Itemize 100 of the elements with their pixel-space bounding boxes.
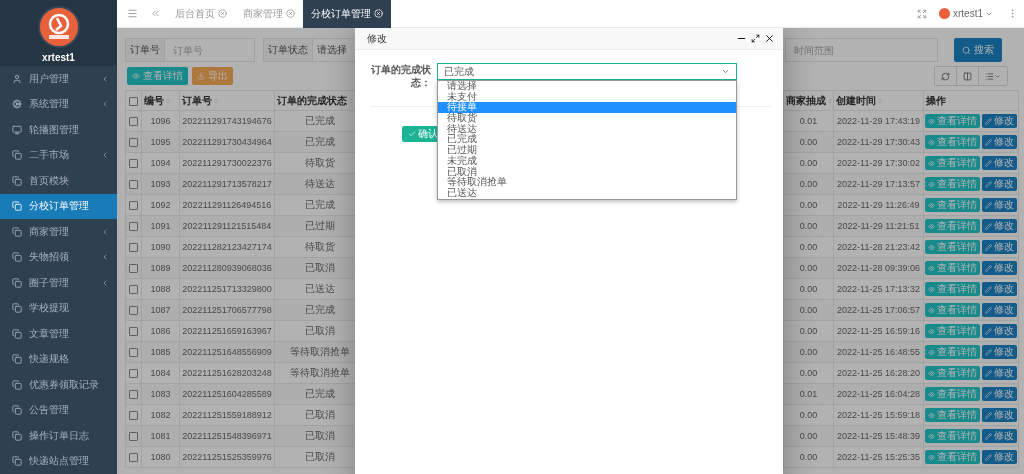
sidebar-item[interactable]: 快递规格	[0, 346, 117, 372]
edit-button[interactable]: 修改	[982, 450, 1017, 464]
details-button[interactable]: 查看详情	[925, 114, 980, 128]
sidebar-item[interactable]: 文章管理	[0, 321, 117, 347]
details-button[interactable]: 查看详情	[925, 450, 980, 464]
table-cell: 202211251525359976	[179, 446, 275, 468]
tab[interactable]: 后台首页	[167, 0, 235, 28]
tab[interactable]: 商家管理	[235, 0, 303, 28]
details-button[interactable]: 查看详情	[925, 387, 980, 401]
details-button[interactable]: 查看详情	[925, 177, 980, 191]
table-cell: 202211251548396971	[179, 425, 275, 447]
details-button[interactable]: 查看详情	[925, 366, 980, 380]
sidebar-item[interactable]: 操作订单日志	[0, 423, 117, 449]
details-button[interactable]: 查看详情	[925, 303, 980, 317]
sidebar-item[interactable]: 圈子管理	[0, 270, 117, 296]
edit-button[interactable]: 修改	[982, 156, 1017, 170]
user-menu[interactable]: xrtest1	[953, 8, 993, 19]
export-button[interactable]: 导出	[192, 67, 233, 85]
sidebar-item[interactable]: 失物招领	[0, 244, 117, 270]
sidebar-item[interactable]: 快递站点管理	[0, 448, 117, 474]
table-cell: 2022-11-25 16:28:20	[833, 362, 924, 384]
edit-button[interactable]: 修改	[982, 345, 1017, 359]
edit-button[interactable]: 修改	[982, 408, 1017, 422]
table-cell: 1083	[141, 383, 180, 405]
edit-button[interactable]: 修改	[982, 282, 1017, 296]
table-cell: 202211291121515484	[179, 215, 275, 237]
table-cell: 2022-11-28 21:23:42	[833, 236, 924, 258]
edit-button[interactable]: 修改	[982, 177, 1017, 191]
details-button[interactable]: 查看详情	[925, 261, 980, 275]
edit-button[interactable]: 修改	[982, 387, 1017, 401]
dropdown-option[interactable]: 已送达	[438, 187, 736, 199]
details-button[interactable]: 查看详情	[925, 135, 980, 149]
table-cell: 202211291730434964	[179, 131, 275, 153]
edit-button[interactable]: 修改	[982, 324, 1017, 338]
details-button[interactable]: 查看详情	[925, 324, 980, 338]
edit-button[interactable]: 修改	[982, 198, 1017, 212]
sidebar-item[interactable]: 用户管理	[0, 66, 117, 92]
sidebar-item[interactable]: 公告管理	[0, 397, 117, 423]
edit-button[interactable]: 修改	[982, 366, 1017, 380]
edit-button[interactable]: 修改	[982, 240, 1017, 254]
column-header[interactable]: 编号	[141, 90, 180, 111]
edit-button[interactable]: 修改	[982, 303, 1017, 317]
details-button[interactable]: 查看详情	[925, 282, 980, 296]
details-button[interactable]: 查看详情	[127, 67, 188, 85]
edit-button[interactable]: 修改	[982, 429, 1017, 443]
sidebar-item[interactable]: 学校提现	[0, 295, 117, 321]
column-header[interactable]: 商家抽成	[783, 90, 834, 111]
column-header[interactable]: 创建时间	[833, 90, 924, 111]
field-label: 订单的完成状态：	[370, 63, 431, 89]
sidebar-item[interactable]: 商家管理	[0, 219, 117, 245]
table-cell: 2022-11-25 16:04:28	[833, 383, 924, 405]
dropdown-option[interactable]: 未支付	[438, 91, 736, 103]
table-cell: 202211251659163967	[179, 320, 275, 342]
field-label: 订单状态	[263, 38, 313, 62]
table-cell: 1096	[141, 110, 180, 132]
table-cell: 1094	[141, 152, 180, 174]
table-cell: 1095	[141, 131, 180, 153]
search-button[interactable]: 搜索	[954, 38, 1002, 62]
details-button[interactable]: 查看详情	[925, 198, 980, 212]
table-cell: 1087	[141, 299, 180, 321]
edit-button[interactable]: 修改	[982, 219, 1017, 233]
sidebar-item[interactable]: 二手市场	[0, 142, 117, 168]
sidebar-item[interactable]: 首页模块	[0, 168, 117, 194]
table-cell: 1084	[141, 362, 180, 384]
dropdown-option[interactable]: 待接单	[438, 102, 736, 114]
table-cell: 2022-11-25 17:13:32	[833, 278, 924, 300]
table-cell: 1092	[141, 194, 180, 216]
details-button[interactable]: 查看详情	[925, 429, 980, 443]
dropdown-option[interactable]: 已取消	[438, 166, 736, 178]
edit-button[interactable]: 修改	[982, 135, 1017, 149]
details-button[interactable]: 查看详情	[925, 219, 980, 233]
table-cell: 1080	[141, 446, 180, 468]
sidebar-item[interactable]: 分校订单管理	[0, 193, 117, 219]
sidebar-item[interactable]: 优惠券领取记录	[0, 372, 117, 398]
edit-button[interactable]: 修改	[982, 261, 1017, 275]
status-select[interactable]: 已完成	[437, 63, 737, 80]
edit-button[interactable]: 修改	[982, 114, 1017, 128]
sidebar-item[interactable]: 系统管理	[0, 91, 117, 117]
details-button[interactable]: 查看详情	[925, 240, 980, 254]
dropdown-option[interactable]: 请选择	[438, 81, 736, 92]
dropdown-option[interactable]: 未完成	[438, 155, 736, 167]
details-button[interactable]: 查看详情	[925, 156, 980, 170]
column-header[interactable]: 订单号	[179, 90, 275, 111]
table-cell: 202211251713329800	[179, 278, 275, 300]
sidebar-item[interactable]: 轮播图管理	[0, 117, 117, 143]
tab[interactable]: 分校订单管理	[303, 0, 391, 28]
dropdown-option[interactable]: 已完成	[438, 134, 736, 146]
table-cell: 202211282123427174	[179, 236, 275, 258]
dropdown-option[interactable]: 待取货	[438, 113, 736, 124]
dropdown-option[interactable]: 等待取消抢单	[438, 177, 736, 188]
details-button[interactable]: 查看详情	[925, 345, 980, 359]
dropdown-option[interactable]: 待送达	[438, 123, 736, 135]
field-label: 订单号	[125, 38, 165, 62]
table-cell: 2022-11-25 17:06:57	[833, 299, 924, 321]
dropdown-option[interactable]: 已过期	[438, 145, 736, 156]
table-cell: 202211251604285589	[179, 383, 275, 405]
details-button[interactable]: 查看详情	[925, 408, 980, 422]
table-cell: 2022-11-25 15:48:39	[833, 425, 924, 447]
table-cell: 202211251706577798	[179, 299, 275, 321]
table-cell: 1086	[141, 320, 180, 342]
